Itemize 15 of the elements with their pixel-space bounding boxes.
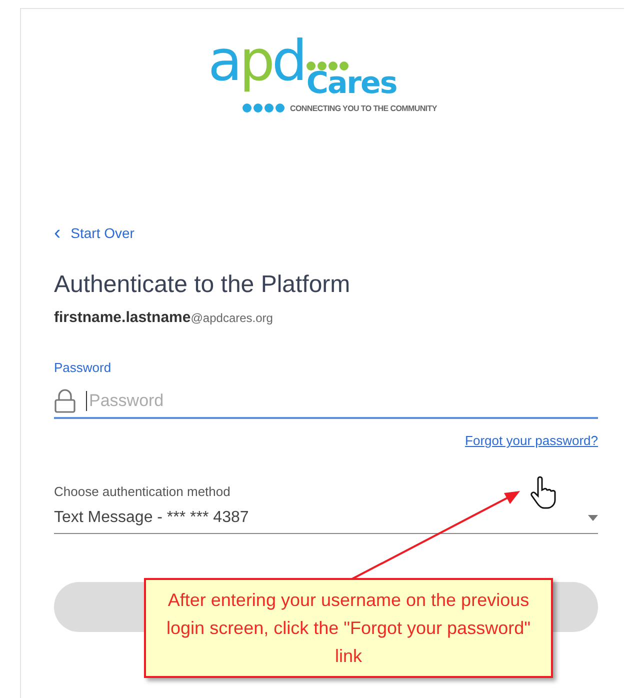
logo-tagline: CONNECTING YOU TO THE COMMUNITY [290,104,437,112]
hand-cursor-icon [530,476,556,510]
lock-icon [54,389,76,413]
logo-wordmark: Cares [306,71,397,97]
field-label: Choose authentication method [54,484,232,499]
forgot-password-link[interactable]: Forgot your password? [465,433,598,448]
field-label: Password [54,360,112,375]
dot-row-icon [242,103,286,113]
dot-row-icon [306,61,350,71]
page-heading: Authenticate to the Platform [54,271,352,299]
caret-icon [588,515,598,521]
account-email: firstname.lastname@apdcares.org [54,309,274,326]
callout-tooltip: After entering your username on the previous login screen, click the "Forgot your password" link [144,578,553,678]
start-over-link[interactable]: ‹ Start Over [54,225,598,241]
logo-wordmark: apd [208,28,304,96]
